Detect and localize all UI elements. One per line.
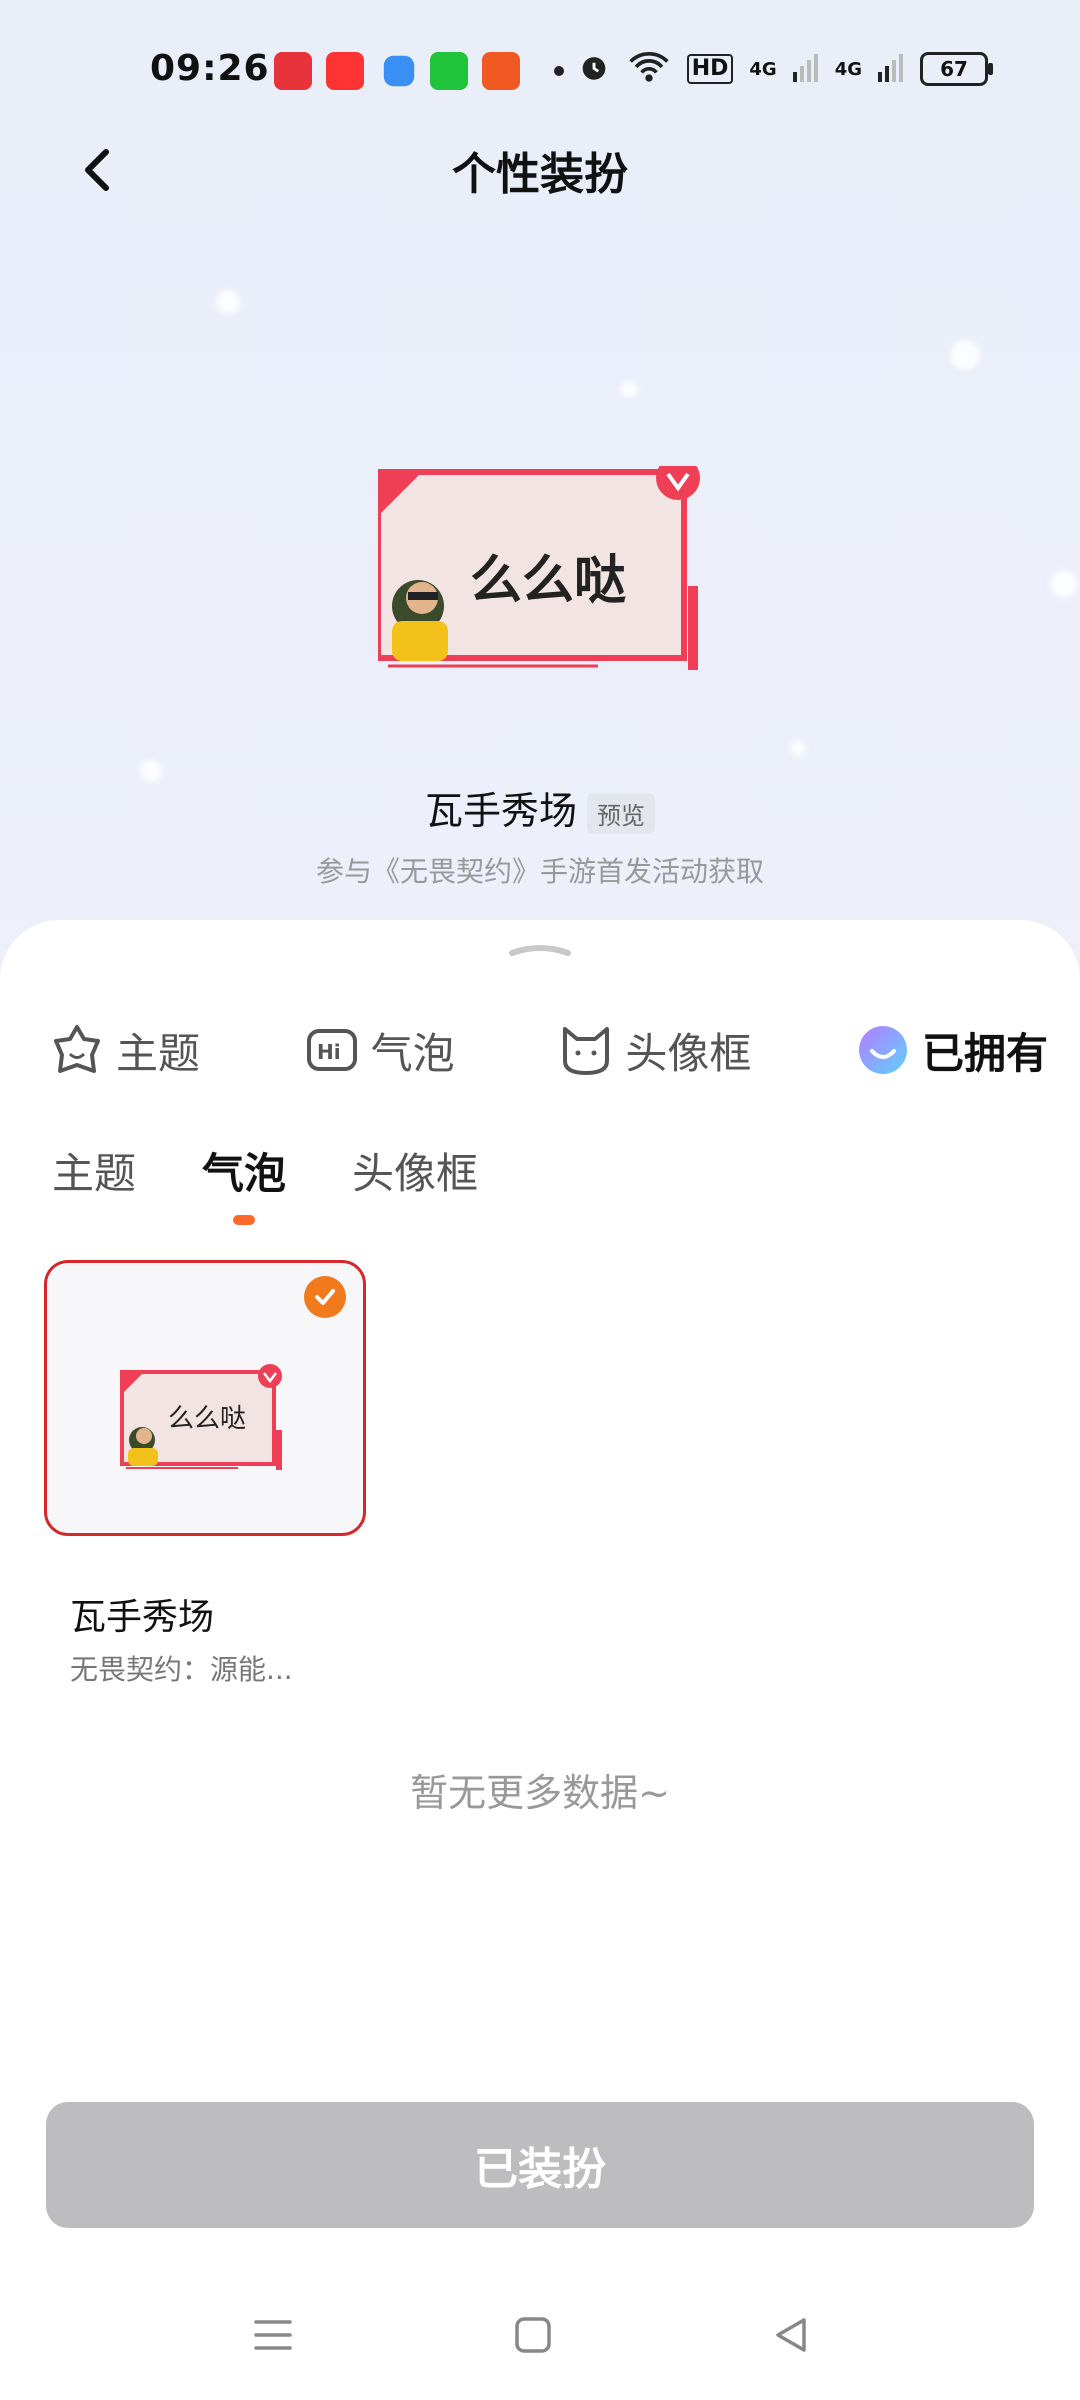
- notification-dot-icon: [554, 66, 564, 76]
- menu-nav-icon[interactable]: [248, 2310, 298, 2360]
- bubble-name-text: 瓦手秀场: [424, 789, 577, 833]
- bubble-name: 瓦手秀场 预览: [0, 780, 1080, 835]
- sparkle: [140, 760, 162, 782]
- category-tabs: 主题 Hi 气泡 头像框 已拥有: [48, 1010, 1048, 1090]
- bubble-hi-icon: Hi: [306, 1029, 357, 1071]
- back-nav-icon[interactable]: [766, 2310, 816, 2360]
- tab-avatar-frame-label: 头像框: [625, 1028, 752, 1078]
- notification-toutiao-icon: [326, 52, 364, 90]
- tab-theme[interactable]: 主题: [48, 1020, 200, 1081]
- subtab-bubble[interactable]: 气泡: [202, 1140, 286, 1225]
- status-bar: 09:26 HD 4G 4G 67: [0, 0, 1080, 140]
- sheet-drag-handle[interactable]: [508, 942, 572, 956]
- hd-badge: HD: [686, 54, 734, 84]
- sparkle: [620, 380, 638, 398]
- bubble-item-thumbnail: 么么哒: [118, 1360, 288, 1474]
- owned-smile-icon: [858, 1026, 907, 1074]
- tab-bubble[interactable]: Hi 气泡: [303, 1020, 455, 1081]
- cat-avatar-icon: [563, 1027, 610, 1075]
- svg-text:Hi: Hi: [317, 1040, 341, 1064]
- subtab-avatar-frame[interactable]: 头像框: [352, 1140, 478, 1225]
- page-title: 个性装扮: [452, 149, 628, 200]
- sparkle: [950, 340, 980, 370]
- item-subtitle: 无畏契约：源能...: [70, 1653, 293, 1686]
- tab-avatar-frame[interactable]: 头像框: [557, 1020, 751, 1081]
- home-nav-icon[interactable]: [508, 2310, 558, 2360]
- signal-label-2: 4G: [834, 58, 862, 80]
- notification-video-icon: [482, 52, 520, 90]
- tab-owned[interactable]: 已拥有: [854, 1020, 1048, 1081]
- status-time: 09:26: [150, 48, 270, 89]
- item-title: 瓦手秀场: [70, 1597, 215, 1638]
- subtab-theme[interactable]: 主题: [52, 1140, 136, 1225]
- dressed-button[interactable]: 已装扮: [46, 2102, 1034, 2228]
- bubble-preview-text: 么么哒: [470, 551, 627, 611]
- notification-app-icon: [383, 55, 415, 87]
- sparkle: [1050, 570, 1078, 598]
- selected-check-icon: [304, 1276, 346, 1318]
- sparkle: [790, 740, 806, 756]
- bubble-item-thumbnail-text: 么么哒: [168, 1404, 247, 1434]
- bubble-description: 参与《无畏契约》手游首发活动获取: [315, 855, 764, 888]
- status-right: HD 4G 4G 67: [577, 50, 993, 88]
- alarm-icon: [577, 50, 611, 88]
- sparkle: [216, 290, 240, 314]
- signal-bars-icon: [878, 52, 904, 86]
- theme-face-icon: [54, 1025, 100, 1073]
- signal-bars-icon: [792, 52, 819, 86]
- preview-badge: 预览: [587, 793, 655, 834]
- battery-indicator: 67: [920, 52, 993, 86]
- notification-app-icon: [430, 52, 468, 90]
- tab-theme-label: 主题: [116, 1028, 201, 1078]
- tab-owned-label: 已拥有: [921, 1028, 1048, 1078]
- bubble-preview: 么么哒: [375, 456, 712, 676]
- sub-tabs: 主题 气泡 头像框: [52, 1140, 478, 1225]
- tab-bubble-label: 气泡: [370, 1028, 455, 1078]
- notification-app-icon: [274, 52, 312, 90]
- empty-state-text: 暂无更多数据~: [410, 1771, 670, 1815]
- wifi-icon: [627, 50, 671, 88]
- signal-label-1: 4G: [749, 58, 777, 80]
